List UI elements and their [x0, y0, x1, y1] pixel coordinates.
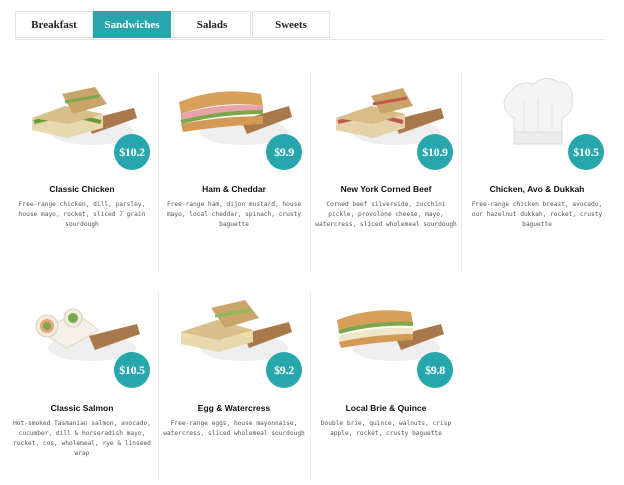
- item-description: Corned beef silverside, zucchini pickle,…: [315, 201, 457, 228]
- item-title: Local Brie & Quince: [345, 403, 427, 413]
- item-description: Free-range eggs, house mayonnaise, water…: [163, 420, 305, 437]
- item-description: Free-range chicken breast, avocado, our …: [471, 201, 603, 228]
- tab-breakfast[interactable]: Breakfast: [15, 11, 93, 38]
- menu-item-chicken-avo-dukkah[interactable]: $10.5 Chicken, Avo & Dukkah Free-range c…: [462, 72, 612, 272]
- item-description: Hot-smoked Tasmanian salmon, avocado, cu…: [13, 420, 151, 457]
- item-title: Egg & Watercress: [197, 403, 271, 413]
- menu-item-classic-chicken[interactable]: $10.2 Classic Chicken Free-range chicken…: [7, 72, 157, 272]
- chef-hat-icon: [503, 78, 573, 145]
- price-badge: $10.9: [417, 134, 453, 170]
- item-description: Free-range ham, dijon mustard, house may…: [166, 201, 302, 228]
- price-badge: $9.8: [417, 352, 453, 388]
- category-tabs: Breakfast Sandwiches Salads Sweets: [15, 11, 605, 40]
- wrap-icon: [35, 308, 140, 361]
- tab-salads[interactable]: Salads: [173, 11, 251, 38]
- item-title: Ham & Cheddar: [202, 184, 266, 194]
- menu-item-egg-watercress[interactable]: $9.2 Egg & Watercress Free-range eggs, h…: [159, 290, 309, 480]
- item-description: Free-range chicken, dill, parsley, house…: [18, 201, 146, 228]
- price-badge: $10.2: [114, 134, 150, 170]
- item-title: Chicken, Avo & Dukkah: [489, 184, 585, 194]
- item-title: Classic Chicken: [49, 184, 115, 194]
- menu-item-local-brie-quince[interactable]: $9.8 Local Brie & Quince Double brie, qu…: [311, 290, 461, 480]
- tab-sandwiches[interactable]: Sandwiches: [93, 11, 171, 38]
- menu-item-ham-cheddar[interactable]: $9.9 Ham & Cheddar Free-range ham, dijon…: [159, 72, 309, 272]
- price-badge: $9.2: [266, 352, 302, 388]
- price-badge: $10.5: [568, 134, 604, 170]
- menu-item-classic-salmon[interactable]: $10.5 Classic Salmon Hot-smoked Tasmania…: [7, 290, 157, 480]
- menu-item-new-york-corned-beef[interactable]: $10.9 New York Corned Beef Corned beef s…: [311, 72, 461, 272]
- sandwich-icon: [32, 87, 137, 145]
- baguette-icon: [337, 310, 444, 361]
- baguette-icon: [179, 91, 292, 145]
- item-title: New York Corned Beef: [340, 184, 432, 194]
- price-badge: $10.5: [114, 352, 150, 388]
- tab-sweets[interactable]: Sweets: [252, 11, 330, 38]
- price-badge: $9.9: [266, 134, 302, 170]
- sandwich-icon: [336, 88, 444, 145]
- item-title: Classic Salmon: [50, 403, 114, 413]
- item-description: Double brie, quince, walnuts, crisp appl…: [320, 420, 452, 437]
- sandwich-icon: [181, 300, 292, 361]
